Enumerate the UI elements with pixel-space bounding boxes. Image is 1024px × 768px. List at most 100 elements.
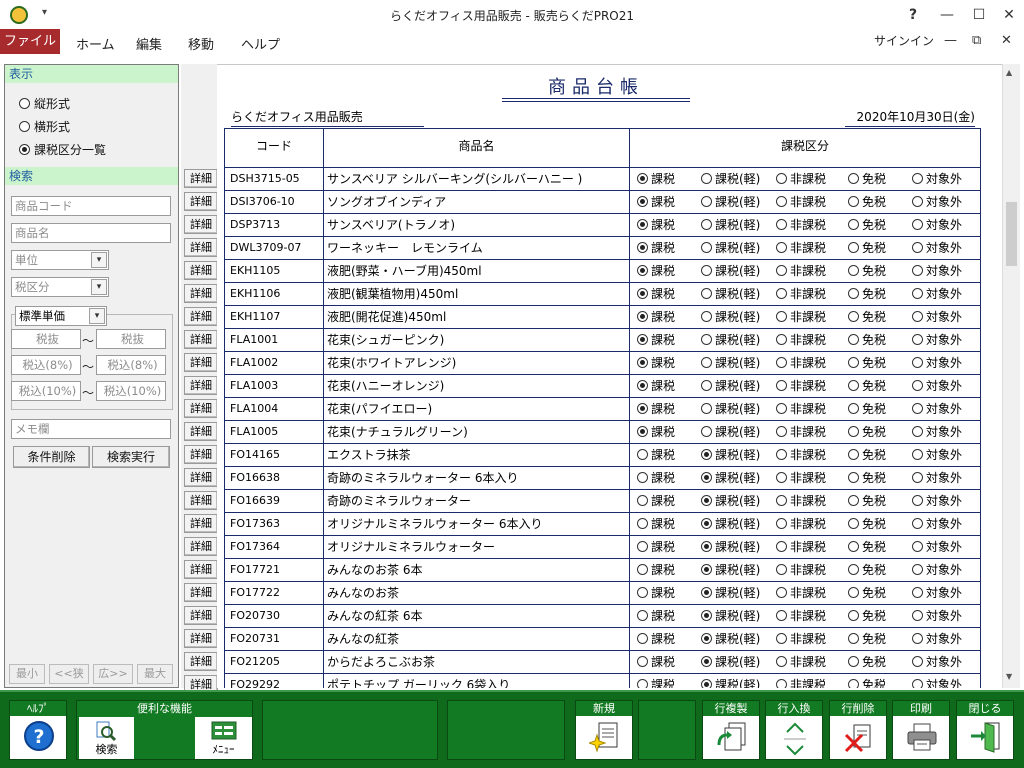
tax-option-radio[interactable]: 課税(軽) bbox=[701, 265, 760, 278]
detail-button[interactable]: 詳細 bbox=[184, 468, 218, 487]
chevron-down-icon[interactable]: ▾ bbox=[91, 252, 107, 268]
clear-conditions-button[interactable]: 条件削除 bbox=[13, 446, 90, 468]
minimize-button[interactable]: — bbox=[932, 2, 962, 28]
tax-option-radio[interactable]: 免税 bbox=[848, 564, 886, 577]
tax-option-radio[interactable]: 免税 bbox=[848, 288, 886, 301]
tax-option-radio[interactable]: 課税(軽) bbox=[701, 334, 760, 347]
new-fkey-button[interactable]: 新規 bbox=[575, 700, 633, 760]
tax-option-radio[interactable]: 課税(軽) bbox=[701, 610, 760, 623]
close-window-button[interactable]: ✕ bbox=[994, 2, 1024, 28]
tax-option-radio[interactable]: 課税 bbox=[637, 196, 675, 209]
tax-option-radio[interactable]: 対象外 bbox=[912, 242, 962, 255]
tax-option-radio[interactable]: 課税 bbox=[637, 518, 675, 531]
tax-option-radio[interactable]: 課税 bbox=[637, 587, 675, 600]
tax-option-radio[interactable]: 課税 bbox=[637, 564, 675, 577]
menu-home[interactable]: ホーム bbox=[76, 34, 115, 53]
price-type-select[interactable]: 標準単価 ▾ bbox=[15, 306, 107, 326]
tax-option-radio[interactable]: 対象外 bbox=[912, 173, 962, 186]
tax-excl-max-input[interactable]: 税抜 bbox=[96, 329, 166, 349]
detail-button[interactable]: 詳細 bbox=[184, 629, 218, 648]
tax-option-radio[interactable]: 課税 bbox=[637, 242, 675, 255]
tax-option-radio[interactable]: 非課税 bbox=[776, 219, 826, 232]
tax-option-radio[interactable]: 対象外 bbox=[912, 403, 962, 416]
tax-option-radio[interactable]: 非課税 bbox=[776, 403, 826, 416]
tax-option-radio[interactable]: 非課税 bbox=[776, 610, 826, 623]
tax-option-radio[interactable]: 課税 bbox=[637, 173, 675, 186]
tax-option-radio[interactable]: 対象外 bbox=[912, 449, 962, 462]
menu-edit[interactable]: 編集 bbox=[136, 34, 162, 53]
tax-option-radio[interactable]: 免税 bbox=[848, 219, 886, 232]
tax-option-radio[interactable]: 課税(軽) bbox=[701, 219, 760, 232]
detail-button[interactable]: 詳細 bbox=[184, 583, 218, 602]
tax-option-radio[interactable]: 免税 bbox=[848, 541, 886, 554]
detail-button[interactable]: 詳細 bbox=[184, 238, 218, 257]
memo-input[interactable]: メモ欄 bbox=[11, 419, 171, 439]
tax-type-select[interactable]: 税区分 ▾ bbox=[11, 277, 109, 297]
copy-row-fkey-button[interactable]: 行複製 bbox=[702, 700, 760, 760]
tax-option-radio[interactable]: 課税(軽) bbox=[701, 242, 760, 255]
tax-option-radio[interactable]: 免税 bbox=[848, 311, 886, 324]
tax-option-radio[interactable]: 対象外 bbox=[912, 587, 962, 600]
tax-option-radio[interactable]: 対象外 bbox=[912, 334, 962, 347]
tax-option-radio[interactable]: 課税 bbox=[637, 495, 675, 508]
tax-option-radio[interactable]: 免税 bbox=[848, 380, 886, 393]
scroll-down-icon[interactable]: ▼ bbox=[1006, 672, 1012, 681]
tax-option-radio[interactable]: 非課税 bbox=[776, 357, 826, 370]
table-row[interactable]: EKH1107 液肥(開花促進)450ml 課税 課税(軽) 非課税 免税 対象外 bbox=[224, 306, 981, 329]
tax-option-radio[interactable]: 免税 bbox=[848, 587, 886, 600]
tax-incl10-min-input[interactable]: 税込(10%) bbox=[11, 381, 81, 401]
tax-option-radio[interactable]: 課税(軽) bbox=[701, 679, 760, 688]
signin-link[interactable]: サインイン bbox=[874, 32, 934, 49]
tax-option-radio[interactable]: 対象外 bbox=[912, 633, 962, 646]
tax-option-radio[interactable]: 対象外 bbox=[912, 656, 962, 669]
tax-option-radio[interactable]: 免税 bbox=[848, 196, 886, 209]
table-row[interactable]: DSH3715-05 サンスベリア シルバーキング(シルバーハニー ) 課税 課税(軽… bbox=[224, 168, 981, 191]
tax-option-radio[interactable]: 免税 bbox=[848, 357, 886, 370]
delete-row-fkey-button[interactable]: 行削除 bbox=[829, 700, 887, 760]
tax-option-radio[interactable]: 課税 bbox=[637, 633, 675, 646]
tax-option-radio[interactable]: 非課税 bbox=[776, 449, 826, 462]
detail-button[interactable]: 詳細 bbox=[184, 445, 218, 464]
tax-incl8-min-input[interactable]: 税込(8%) bbox=[11, 355, 81, 375]
search-fkey-button[interactable]: 検索 bbox=[79, 717, 134, 759]
tax-option-radio[interactable]: 課税(軽) bbox=[701, 449, 760, 462]
tax-option-radio[interactable]: 免税 bbox=[848, 265, 886, 278]
menu-file[interactable]: ファイル bbox=[0, 29, 60, 54]
product-code-input[interactable]: 商品コード bbox=[11, 196, 171, 216]
table-row[interactable]: FO20731 みんなの紅茶 課税 課税(軽) 非課税 免税 対象外 bbox=[224, 628, 981, 651]
detail-button[interactable]: 詳細 bbox=[184, 652, 218, 671]
help-fkey-button[interactable]: ﾍﾙﾌﾟ ? bbox=[9, 700, 67, 760]
tax-option-radio[interactable]: 課税 bbox=[637, 610, 675, 623]
tax-option-radio[interactable]: 免税 bbox=[848, 610, 886, 623]
print-fkey-button[interactable]: 印刷 bbox=[892, 700, 950, 760]
tax-option-radio[interactable]: 非課税 bbox=[776, 196, 826, 209]
detail-button[interactable]: 詳細 bbox=[184, 261, 218, 280]
tax-option-radio[interactable]: 課税 bbox=[637, 265, 675, 278]
detail-button[interactable]: 詳細 bbox=[184, 537, 218, 556]
execute-search-button[interactable]: 検索実行 bbox=[92, 446, 170, 468]
tax-option-radio[interactable]: 課税(軽) bbox=[701, 380, 760, 393]
tax-option-radio[interactable]: 課税 bbox=[637, 357, 675, 370]
tax-option-radio[interactable]: 対象外 bbox=[912, 426, 962, 439]
zoom-min-button[interactable]: 最小 bbox=[9, 664, 45, 684]
table-row[interactable]: FLA1001 花束(シュガーピンク) 課税 課税(軽) 非課税 免税 対象外 bbox=[224, 329, 981, 352]
product-name-input[interactable]: 商品名 bbox=[11, 223, 171, 243]
tax-option-radio[interactable]: 課税 bbox=[637, 656, 675, 669]
tax-option-radio[interactable]: 課税 bbox=[637, 380, 675, 393]
table-row[interactable]: FO17721 みんなのお茶 6本 課税 課税(軽) 非課税 免税 対象外 bbox=[224, 559, 981, 582]
menu-move[interactable]: 移動 bbox=[188, 34, 214, 53]
tax-option-radio[interactable]: 免税 bbox=[848, 334, 886, 347]
tax-option-radio[interactable]: 非課税 bbox=[776, 265, 826, 278]
display-option-tax-list[interactable]: 課税区分一覧 bbox=[19, 141, 106, 158]
table-row[interactable]: DWL3709-07 ワーネッキー レモンライム 課税 課税(軽) 非課税 免税 対象外 bbox=[224, 237, 981, 260]
tax-option-radio[interactable]: 免税 bbox=[848, 633, 886, 646]
tax-option-radio[interactable]: 課税 bbox=[637, 311, 675, 324]
help-button[interactable]: ? bbox=[898, 2, 928, 28]
maximize-button[interactable]: ☐ bbox=[964, 2, 994, 28]
ribbon-close-button[interactable]: ✕ bbox=[1001, 33, 1012, 48]
tax-option-radio[interactable]: 対象外 bbox=[912, 495, 962, 508]
table-row[interactable]: EKH1106 液肥(観葉植物用)450ml 課税 課税(軽) 非課税 免税 対象外 bbox=[224, 283, 981, 306]
table-row[interactable]: FO17363 オリジナルミネラルウォーター 6本入り 課税 課税(軽) 非課税 免税 対象… bbox=[224, 513, 981, 536]
zoom-narrow-button[interactable]: <<狭 bbox=[49, 664, 89, 684]
table-row[interactable]: FO21205 からだよろこぶお茶 課税 課税(軽) 非課税 免税 対象外 bbox=[224, 651, 981, 674]
